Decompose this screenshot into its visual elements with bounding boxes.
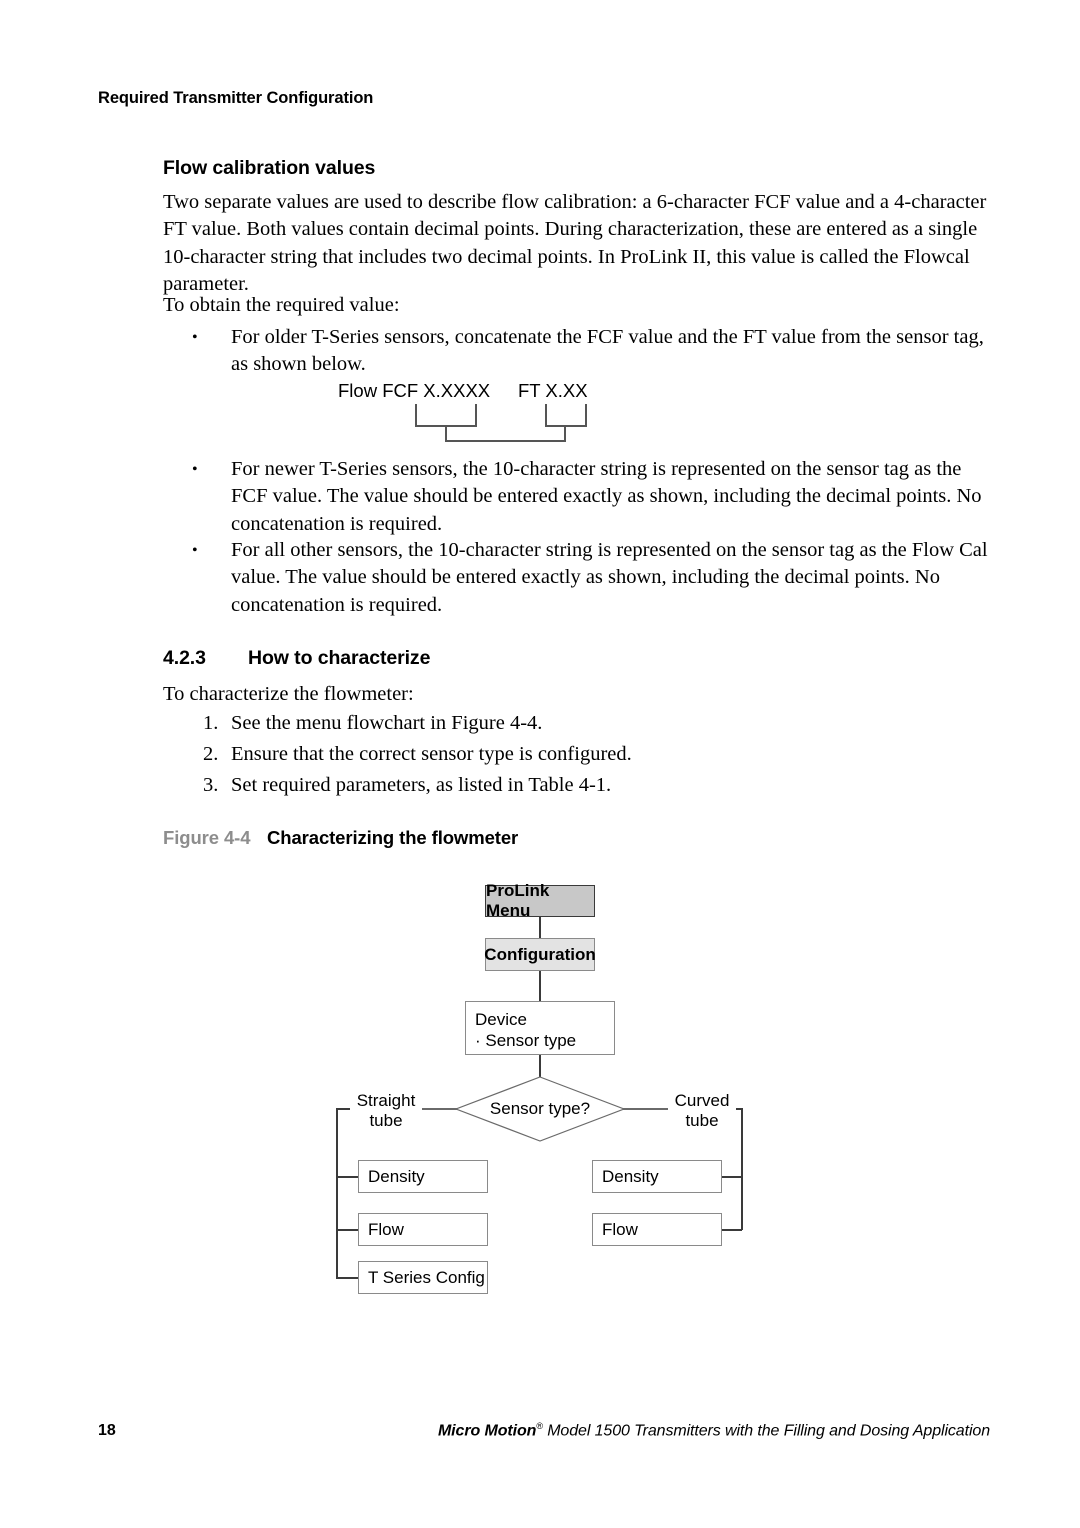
flow-node-label: Sensor type? [489, 1099, 591, 1118]
flow-node-device[interactable]: Device · Sensor type [465, 1001, 615, 1055]
flow-node-label: T Series Config [368, 1267, 485, 1287]
list-item: 2. Ensure that the correct sensor type is… [203, 739, 983, 770]
step-number: 1. [203, 712, 219, 734]
paragraph-characterize-lead-in: To characterize the flowmeter: [163, 683, 414, 705]
flow-node-title: Device [475, 1010, 527, 1029]
connector-right-stub-flow [720, 1229, 742, 1231]
connector-left-stub-flow [336, 1229, 359, 1231]
flow-node-left-flow[interactable]: Flow [358, 1213, 488, 1246]
bullet-text: For newer T-Series sensors, the 10-chara… [231, 458, 982, 535]
tag-diagram-fcf-label: Flow FCF X.XXXX [338, 380, 491, 401]
connector-right-spine [741, 1108, 743, 1230]
flow-branch-label-line: Curved [674, 1091, 730, 1110]
flow-node-label: Density [368, 1166, 425, 1186]
paragraph-flow-calibration-intro: Two separate values are used to describe… [163, 191, 987, 296]
step-number: 3. [203, 774, 219, 796]
bullet-text: For older T-Series sensors, concatenate … [231, 326, 984, 376]
flow-branch-label-curved-tube: Curved tube [668, 1091, 736, 1131]
bullet-marker-icon: • [192, 461, 198, 478]
figure-title: Characterizing the flowmeter [267, 827, 519, 848]
footer-page-number: 18 [98, 1422, 116, 1439]
running-header: Required Transmitter Configuration [98, 89, 374, 107]
ordered-step-list: 1. See the menu flowchart in Figure 4-4. … [203, 708, 983, 801]
figure-number: Figure 4-4 [163, 827, 251, 848]
section-heading-flow-calibration: Flow calibration values [163, 157, 376, 179]
tag-diagram-bracket-left-vert-b [475, 404, 477, 427]
tag-diagram-bracket-right-vert-b [585, 404, 587, 427]
bullet-marker-icon: • [192, 542, 198, 559]
flow-node-label: Flow [602, 1219, 638, 1239]
footer-brand: Micro Motion [437, 1422, 537, 1440]
flow-node-label: Flow [368, 1219, 404, 1239]
list-item: 1. See the menu flowchart in Figure 4-4. [203, 708, 983, 739]
flow-node-prolink-menu[interactable]: ProLink Menu [485, 881, 595, 920]
bullet-item-older-t-series: • For older T-Series sensors, concatenat… [192, 324, 992, 379]
flow-branch-label-straight-tube: Straight tube [350, 1091, 422, 1131]
flow-node-label: Density [602, 1166, 659, 1186]
connector-left-stub-density [336, 1176, 359, 1178]
step-text: Set required parameters, as listed in Ta… [231, 774, 612, 796]
flow-node-right-density[interactable]: Density [592, 1160, 722, 1193]
flow-node-label: ProLink Menu [486, 881, 550, 920]
section-title: How to characterize [248, 647, 431, 669]
figure-caption: Figure 4-4 Characterizing the flowmeter [163, 827, 518, 849]
bullet-text: For all other sensors, the 10-character … [231, 539, 988, 616]
section-heading-how-to-characterize: 4.2.3 How to characterize [163, 647, 983, 670]
flow-node-left-density[interactable]: Density [358, 1160, 488, 1193]
tag-diagram-join-rule [445, 440, 566, 442]
connector-right-stub-density [720, 1176, 742, 1178]
connector-left-spine [336, 1108, 338, 1278]
tag-diagram-ft-label: FT X.XX [518, 380, 588, 401]
tag-diagram-bracket-right-vert-a [545, 404, 547, 427]
flow-node-label: Configuration [484, 944, 596, 964]
bullet-item-newer-t-series: • For newer T-Series sensors, the 10-cha… [192, 456, 992, 538]
step-text: Ensure that the correct sensor type is c… [231, 743, 632, 765]
paragraph-obtain-required-value: To obtain the required value: [163, 294, 400, 316]
step-text: See the menu flowchart in Figure 4-4. [231, 712, 543, 734]
bullet-marker-icon: • [192, 329, 198, 346]
footer-rest: Model 1500 Transmitters with the Filling… [542, 1422, 990, 1440]
flow-node-configuration[interactable]: Configuration [484, 938, 596, 971]
list-item: 3. Set required parameters, as listed in … [203, 770, 983, 801]
bullet-item-all-other-sensors: • For all other sensors, the 10-characte… [192, 537, 992, 619]
tag-diagram-bracket-right-rule [545, 425, 587, 427]
connector-left-stub-tseries [336, 1277, 359, 1279]
flow-node-decision-sensor-type[interactable]: Sensor type? [455, 1076, 625, 1142]
tag-diagram-bracket-left-vert-a [415, 404, 417, 427]
section-number: 4.2.3 [163, 647, 206, 669]
flow-node-subitem: · Sensor type [475, 1031, 577, 1050]
fcf-ft-tag-diagram: Flow FCF X.XXXX FT X.XX [338, 380, 638, 442]
step-number: 2. [203, 743, 219, 765]
flow-node-right-flow[interactable]: Flow [592, 1213, 722, 1246]
flow-branch-label-line: tube [369, 1111, 403, 1130]
footer-document-title: Micro Motion® Model 1500 Transmitters wi… [438, 1421, 990, 1440]
flowchart-characterizing-the-flowmeter: ProLink Menu Configuration Device · Sens… [0, 860, 1080, 1330]
flow-branch-label-line: tube [685, 1111, 719, 1130]
flow-node-left-t-series-config[interactable]: T Series Config [358, 1261, 488, 1294]
flow-branch-label-line: Straight [356, 1091, 416, 1110]
